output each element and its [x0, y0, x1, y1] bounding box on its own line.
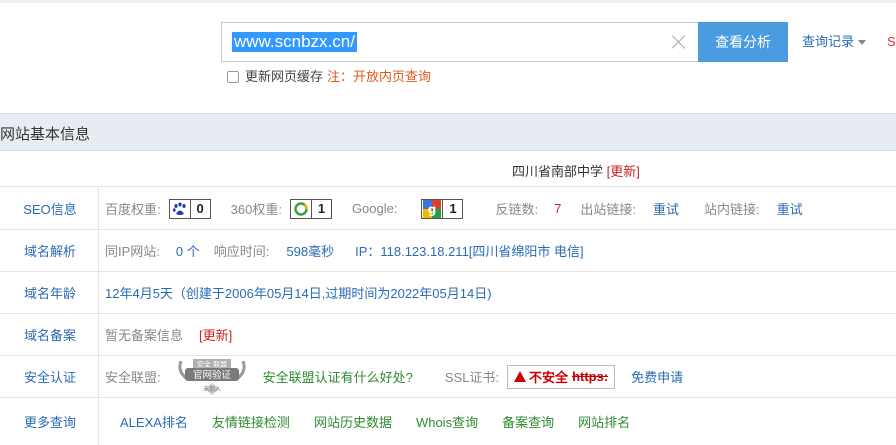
ip-info-link[interactable]: IP：118.123.18.211[四川省绵阳市 电信] — [355, 241, 584, 260]
warning-icon — [514, 371, 527, 382]
ssl-status-badge[interactable]: 不安全 https: — [507, 364, 616, 389]
domain-age-row: 域名年龄 12年4月5天（创建于2006年05月14日,过期时间为2022年05… — [0, 272, 896, 314]
icp-text: 暂无备案信息 — [105, 328, 184, 343]
icp-label: 域名备案 — [0, 314, 99, 355]
chevron-down-icon — [858, 40, 867, 46]
section-title: 网站基本信息 — [0, 126, 91, 143]
dns-row: 域名解析 同IP网站: 0 个 响应时间: 598毫秒 IP：118.123.1… — [0, 230, 896, 272]
360-weight-label: 360权重: — [230, 202, 282, 217]
360-logo-icon — [291, 200, 311, 218]
security-label: 安全认证 — [0, 356, 99, 397]
svg-text:g: g — [428, 202, 437, 216]
icp-refresh-link[interactable]: [更新] — [199, 325, 232, 344]
domain-age-label: 域名年龄 — [0, 272, 99, 313]
dns-label: 域名解析 — [0, 230, 99, 271]
baidu-weight-badge[interactable]: 0 — [168, 198, 211, 219]
alexa-rank-link[interactable]: ALEXA排名 — [120, 412, 188, 431]
response-time-value: 598毫秒 — [286, 244, 335, 259]
site-history-link[interactable]: 网站历史数据 — [314, 412, 392, 431]
ssl-status-text: 不安全 — [529, 370, 569, 385]
response-time-label: 响应时间: — [213, 244, 270, 259]
ssl-label: SSL证书: — [444, 370, 500, 385]
alliance-seal-icon[interactable]: 安全 联盟 官网验证 未加入 — [169, 357, 255, 397]
top-divider — [0, 0, 896, 3]
site-rank-link[interactable]: 网站排名 — [578, 412, 630, 431]
more-queries-label: 更多查询 — [0, 398, 99, 445]
location-text: 四川省南部中学 [更新] — [512, 164, 640, 179]
seo-row: SEO信息 百度权重: 0 360权重: 1 Google: g 1 反链数: … — [0, 188, 896, 230]
backlinks-value[interactable]: 7 — [554, 201, 561, 216]
alliance-label: 安全联盟: — [105, 370, 161, 385]
icp-row: 域名备案 暂无备案信息 [更新] — [0, 314, 896, 356]
domain-age-text[interactable]: 12年4月5天（创建于2006年05月14日,过期时间为2022年05月14日) — [105, 283, 492, 302]
google-pr-badge[interactable]: g 1 — [421, 198, 464, 219]
same-ip-value[interactable]: 0 个 — [176, 241, 200, 260]
inner-page-note: 注：开放内页查询 — [327, 69, 432, 84]
google-pr-value: 1 — [442, 199, 462, 218]
query-history-dropdown[interactable]: 查询记录 — [802, 33, 867, 51]
seal-top-text: 安全 联盟 — [197, 359, 227, 368]
seo-label: SEO信息 — [0, 188, 99, 229]
alliance-benefits-link[interactable]: 安全联盟认证有什么好处? — [263, 367, 413, 386]
friend-link-check-link[interactable]: 友情链接检测 — [212, 412, 290, 431]
outlinks-retry-link[interactable]: 重试 — [653, 199, 679, 218]
query-history-label: 查询记录 — [802, 34, 855, 49]
update-cache-label: 更新网页缓存 — [245, 69, 324, 84]
baidu-weight-label: 百度权重: — [105, 202, 161, 217]
backlinks-label: 反链数: — [495, 202, 539, 217]
inlinks-retry-link[interactable]: 重试 — [777, 199, 803, 218]
whois-link[interactable]: Whois查询 — [416, 412, 478, 431]
baidu-weight-value: 0 — [189, 199, 210, 218]
same-ip-label: 同IP网站: — [105, 244, 160, 259]
cache-option: 更新网页缓存 注：开放内页查询 — [227, 68, 431, 86]
inlinks-label: 站内链接: — [703, 202, 760, 217]
ssl-https-text: https: — [572, 369, 609, 384]
seal-sub-text: 未加入 — [203, 385, 221, 393]
update-cache-checkbox[interactable] — [227, 71, 239, 83]
clear-icon[interactable] — [670, 33, 688, 51]
security-row: 安全认证 安全联盟: 安全 联盟 官网验证 未加入 安全联盟认证有什么好处? S… — [0, 356, 896, 398]
google-logo-icon: g — [422, 199, 442, 218]
outlinks-label: 出站链接: — [580, 202, 636, 217]
google-label: Google: — [351, 201, 398, 216]
more-queries-row: 更多查询 ALEXA排名 友情链接检测 网站历史数据 Whois查询 备案查询 … — [0, 398, 896, 445]
url-search-box[interactable]: www.scnbzx.cn/ — [221, 22, 699, 62]
360-weight-badge[interactable]: 1 — [289, 198, 332, 219]
url-input[interactable]: www.scnbzx.cn/ — [232, 32, 357, 52]
free-apply-link[interactable]: 免费申请 — [631, 367, 683, 386]
360-weight-value: 1 — [310, 199, 331, 218]
location-row: 四川省南部中学 [更新] — [0, 152, 896, 187]
header-link-partial[interactable]: S — [887, 33, 896, 51]
icp-query-link[interactable]: 备案查询 — [502, 412, 554, 431]
analyze-button[interactable]: 查看分析 — [698, 22, 788, 62]
seal-main-text: 官网验证 — [193, 369, 232, 381]
location-refresh-link[interactable]: [更新] — [607, 164, 640, 179]
baidu-paw-icon — [170, 200, 190, 218]
section-header: 网站基本信息 — [0, 113, 896, 151]
